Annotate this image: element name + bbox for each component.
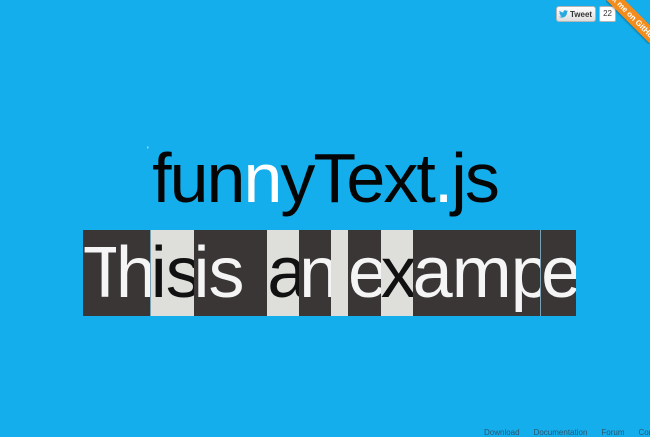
title-part-5: js	[451, 139, 500, 217]
example-text-strip: This is an example	[83, 230, 576, 316]
footer-nav: Download Documentation Forum Contact	[484, 428, 650, 437]
example-cell-text: h	[115, 233, 150, 313]
tweet-label: Tweet	[570, 9, 593, 19]
example-cell: x	[380, 230, 413, 316]
example-cell: ampl	[412, 230, 541, 316]
fork-ribbon-container: Fork me on GitHub	[606, 0, 650, 44]
example-cell: is	[149, 230, 194, 316]
example-cell: e	[540, 230, 576, 316]
title-part-3: yText	[280, 139, 435, 217]
example-cell-text: x	[380, 233, 413, 313]
title-part-1: fun	[152, 139, 245, 217]
example-cell: T	[83, 230, 116, 316]
title-cursor-mark: '	[147, 145, 149, 155]
example-cell-text: T	[83, 233, 116, 313]
example-cell: n	[299, 230, 331, 316]
example-cell-text: is	[193, 233, 245, 313]
title-part-4-highlight: .	[433, 139, 454, 217]
example-cell: e	[347, 230, 381, 316]
example-cell-text: n	[299, 233, 331, 313]
footer-link-download[interactable]: Download	[484, 428, 520, 437]
fork-ribbon[interactable]: Fork me on GitHub	[606, 0, 650, 44]
example-cell: h	[115, 230, 150, 316]
example-cell: a	[267, 230, 300, 316]
example-cell-text: e	[347, 233, 381, 313]
example-cell-text: a	[267, 233, 300, 313]
tweet-button[interactable]: Tweet	[556, 6, 597, 22]
page-title: ' funnyText.js	[0, 140, 650, 216]
example-cell: is	[193, 230, 268, 316]
footer-link-documentation[interactable]: Documentation	[534, 428, 588, 437]
twitter-bird-icon	[559, 10, 568, 18]
example-cell	[331, 230, 348, 316]
example-cell-text: is	[150, 233, 194, 313]
footer-link-contact[interactable]: Contact	[639, 428, 650, 437]
example-cell-text: ampl	[412, 233, 541, 313]
example-cell-text: e	[541, 230, 576, 316]
footer-link-forum[interactable]: Forum	[601, 428, 624, 437]
title-part-2-highlight: n	[243, 139, 282, 217]
